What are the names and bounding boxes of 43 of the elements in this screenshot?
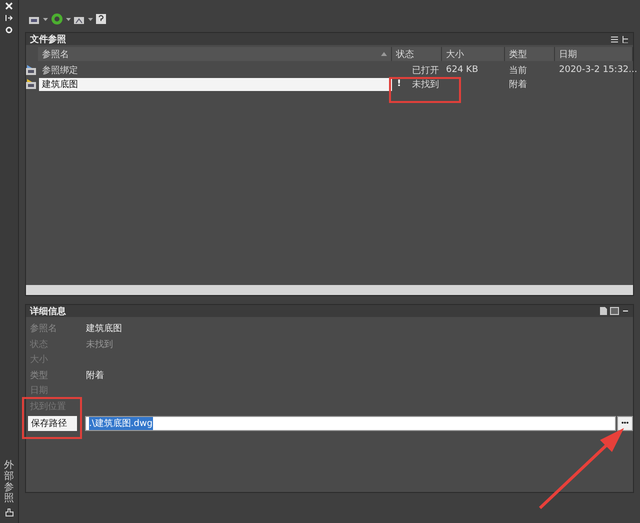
column-header[interactable]: 参照名 — [38, 47, 392, 61]
reference-name[interactable]: 参照绑定 — [39, 64, 392, 76]
column-header[interactable]: 大小 — [442, 47, 505, 61]
field-label: 类型 — [30, 370, 49, 382]
table-cell-text: 已打开 — [411, 64, 439, 76]
refresh-icon[interactable] — [51, 13, 63, 25]
document-icon[interactable] — [600, 307, 607, 315]
field-value: 未找到 — [86, 338, 114, 351]
warning-mark: ! — [396, 79, 402, 89]
highlight-frame — [389, 77, 461, 103]
palette-title: 外部参照 — [4, 460, 14, 504]
horizontal-scrollbar[interactable] — [26, 285, 633, 295]
list-view-icon[interactable] — [611, 36, 618, 42]
caret-icon[interactable] — [88, 17, 93, 21]
pin-icon[interactable] — [5, 14, 13, 22]
caret-icon[interactable] — [43, 17, 48, 21]
field-label: 参照名 — [30, 322, 58, 336]
field-label: 保存路径 — [28, 416, 77, 431]
close-icon[interactable] — [5, 2, 13, 10]
table-cell-text: 当前 — [508, 66, 527, 76]
column-header[interactable]: 状态 — [392, 47, 442, 61]
settings-icon[interactable] — [5, 26, 13, 34]
sort-icon — [381, 52, 387, 56]
tree-view-icon[interactable] — [622, 36, 629, 42]
table-cell-text: 624 KB — [445, 65, 478, 75]
field-value: 建筑底图 — [86, 322, 123, 336]
panel-title: 文件参照 — [30, 33, 66, 46]
column-header[interactable]: 类型 — [505, 47, 555, 61]
table-cell-text: 未找到 — [411, 78, 439, 90]
table-cell-text: 附着 — [508, 80, 527, 90]
help-icon[interactable] — [96, 14, 106, 24]
path-field[interactable]: .\建筑底图.dwg — [85, 416, 616, 431]
reference-name[interactable]: 建筑底图 — [39, 78, 392, 90]
table-cell-text: 2020-3-2 15:32... — [558, 65, 638, 75]
panel-title: 详细信息 — [30, 305, 66, 318]
drawing-icon — [26, 64, 37, 76]
caret-icon[interactable] — [66, 17, 71, 21]
column-header[interactable]: 日期 — [555, 47, 633, 61]
hand-icon[interactable] — [4, 508, 14, 517]
image-icon[interactable] — [610, 307, 619, 315]
field-value: 附着 — [86, 370, 105, 382]
drawing-icon — [26, 78, 37, 90]
highlight-frame — [22, 397, 82, 439]
